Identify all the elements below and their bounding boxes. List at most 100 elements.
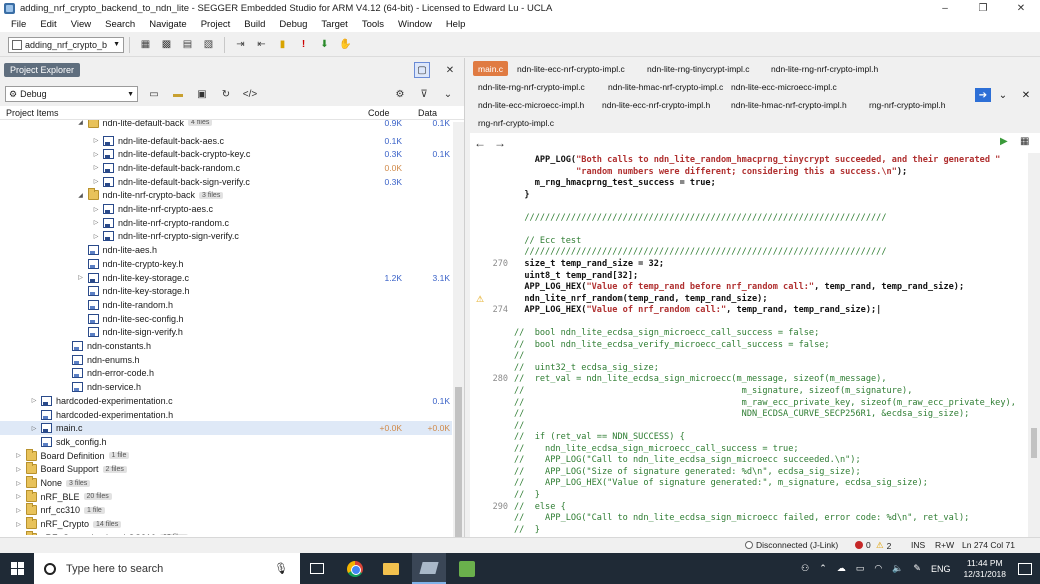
menu-file[interactable]: File — [4, 19, 33, 30]
language-indicator[interactable]: ENG — [931, 564, 951, 574]
tree-folder[interactable]: ◢ ndn-lite-default-back 4 files 0.9K 0.1K — [0, 120, 452, 130]
column-code[interactable]: Code — [368, 108, 390, 118]
expand-toggle-icon[interactable]: ▷ — [14, 493, 24, 500]
open-folder-icon[interactable]: ▬ — [170, 86, 186, 102]
expand-toggle-icon[interactable]: ▷ — [14, 521, 24, 528]
run-icon[interactable]: ▶ — [1000, 136, 1008, 147]
tab-list-icon[interactable]: ➔ — [975, 88, 991, 102]
expand-toggle-icon[interactable]: ▷ — [91, 151, 101, 158]
tree-file[interactable]: ndn-enums.h — [0, 353, 452, 367]
menu-project[interactable]: Project — [194, 19, 238, 30]
tree-folder[interactable]: ◢ ndn-lite-nrf-crypto-back 3 files — [0, 188, 452, 203]
scrollbar-thumb[interactable] — [1031, 428, 1037, 458]
microphone-icon[interactable]: 🎙 — [274, 562, 288, 575]
menu-debug[interactable]: Debug — [272, 19, 314, 30]
menu-build[interactable]: Build — [237, 19, 272, 30]
chrome-taskbar-button[interactable] — [338, 553, 372, 584]
clock[interactable]: 11:44 PM 12/31/2018 — [963, 558, 1006, 580]
menu-edit[interactable]: Edit — [33, 19, 63, 30]
build-icon[interactable]: ▦ — [1020, 136, 1029, 147]
filter-icon[interactable]: ⊽ — [416, 86, 432, 102]
pin-icon[interactable]: ⬇ — [316, 36, 333, 53]
tree-file[interactable]: ndn-service.h — [0, 380, 452, 394]
forward-arrow-icon[interactable]: → — [494, 136, 506, 150]
tree-file[interactable]: ▷ ndn-lite-nrf-crypto-random.c — [0, 216, 452, 230]
editor-tab[interactable]: ndn-lite-ecc-nrf-crypto-impl.c — [512, 61, 630, 76]
tree-file[interactable]: ndn-lite-aes.h — [0, 243, 452, 257]
outdent-icon[interactable]: ⇤ — [253, 36, 270, 53]
expand-toggle-icon[interactable]: ▷ — [91, 206, 101, 213]
code-editor[interactable]: APP_LOG("Both calls to ndn_lite_random_h… — [514, 153, 1026, 537]
tree-file[interactable]: ▷ ndn-lite-default-back-random.c 0.0K — [0, 161, 452, 175]
taskbar-search[interactable]: Type here to search 🎙 — [34, 553, 300, 584]
properties-icon[interactable]: ▣ — [194, 86, 210, 102]
close-panel-icon[interactable]: ✕ — [442, 62, 458, 78]
tree-file[interactable]: ndn-lite-key-storage.h — [0, 284, 452, 298]
rebuild-icon[interactable]: ▤ — [179, 36, 196, 53]
code-icon[interactable]: </> — [242, 86, 258, 102]
tree-file[interactable]: ▷ ndn-lite-nrf-crypto-sign-verify.c — [0, 230, 452, 244]
notification-icon[interactable] — [1018, 562, 1032, 575]
back-arrow-icon[interactable]: ← — [474, 136, 486, 150]
menu-target[interactable]: Target — [314, 19, 354, 30]
config-combo[interactable]: ⚙ Debug ▼ — [5, 86, 138, 102]
expand-toggle-icon[interactable]: ▷ — [14, 480, 24, 487]
tree-folder[interactable]: ▷ nrf_cc310 1 file — [0, 503, 452, 518]
settings-icon[interactable]: ⚙ — [392, 86, 408, 102]
tree-file[interactable]: ndn-error-code.h — [0, 367, 452, 381]
tree-file[interactable]: ▷ ndn-lite-default-back-crypto-key.c 0.3K 0… — [0, 147, 452, 161]
connection-status[interactable]: Disconnected (J-Link) — [745, 540, 838, 550]
close-editor-icon[interactable]: ✕ — [1018, 88, 1034, 102]
tree-folder[interactable]: ▷ nRF_Crypto 14 files — [0, 517, 452, 531]
editor-scrollbar[interactable] — [1028, 153, 1040, 537]
tree-scrollbar[interactable] — [453, 122, 464, 537]
column-project-items[interactable]: Project Items — [6, 108, 59, 118]
build-icon[interactable]: ▦ — [137, 36, 154, 53]
editor-tab[interactable]: ndn-lite-rng-tinycrypt-impl.c — [642, 61, 755, 76]
expand-toggle-icon[interactable]: ▷ — [14, 466, 24, 473]
editor-tab[interactable]: ndn-lite-hmac-nrf-crypto-impl.c — [603, 79, 728, 94]
tree-file[interactable]: ▷ ndn-lite-nrf-crypto-aes.c — [0, 202, 452, 216]
tree-folder[interactable]: ▷ nRF_BLE 20 files — [0, 489, 452, 504]
editor-tab[interactable]: ndn-lite-ecc-microecc-impl.h — [473, 97, 589, 112]
expand-toggle-icon[interactable]: ▷ — [14, 507, 24, 514]
tree-file[interactable]: ▷ ndn-lite-default-back-sign-verify.c 0.3K — [0, 175, 452, 189]
nrf-taskbar-button[interactable] — [450, 553, 484, 584]
editor-tab[interactable]: main.c — [473, 61, 509, 76]
tree-folder[interactable]: ▷ None 3 files — [0, 476, 452, 490]
tree-file[interactable]: hardcoded-experimentation.h — [0, 408, 452, 422]
tree-file[interactable]: ▷ hardcoded-experimentation.c 0.1K — [0, 394, 452, 408]
editor-tab[interactable]: rng-nrf-crypto-impl.h — [864, 97, 951, 112]
expand-toggle-icon[interactable]: ▷ — [91, 164, 101, 171]
explorer-taskbar-button[interactable] — [374, 553, 408, 584]
build-all-icon[interactable]: ▩ — [158, 36, 175, 53]
menu-tools[interactable]: Tools — [355, 19, 391, 30]
volume-icon[interactable]: 🔈 — [892, 563, 903, 574]
chevron-up-icon[interactable]: ⌃ — [819, 563, 827, 574]
tree-file[interactable]: ▷ ndn-lite-key-storage.c 1.2K 3.1K — [0, 271, 452, 285]
hand-icon[interactable]: ✋ — [337, 36, 354, 53]
editor-tab[interactable]: ndn-lite-ecc-nrf-crypto-impl.h — [597, 97, 715, 112]
tree-file[interactable]: ndn-lite-sec-config.h — [0, 312, 452, 326]
menu-navigate[interactable]: Navigate — [142, 19, 194, 30]
chevron-down-icon[interactable]: ⌄ — [440, 86, 456, 102]
menu-view[interactable]: View — [64, 19, 98, 30]
indent-icon[interactable]: ⇥ — [232, 36, 249, 53]
error-icon[interactable]: ! — [295, 36, 312, 53]
expand-toggle-icon[interactable]: ◢ — [76, 192, 86, 199]
project-combo[interactable]: adding_nrf_crypto_b ▼ — [8, 36, 124, 53]
warning-icon[interactable]: ⚠ — [476, 294, 484, 305]
editor-tab[interactable]: ndn-lite-rng-nrf-crypto-impl.c — [473, 79, 590, 94]
project-explorer-tab[interactable]: Project Explorer — [4, 63, 81, 77]
clean-icon[interactable]: ▧ — [200, 36, 217, 53]
close-button[interactable]: ✕ — [1002, 0, 1040, 17]
wifi-icon[interactable]: ◠ — [874, 563, 882, 574]
start-button[interactable] — [0, 553, 34, 584]
restore-button[interactable]: ❐ — [964, 0, 1002, 17]
pen-icon[interactable]: ✎ — [913, 563, 921, 574]
column-data[interactable]: Data — [418, 108, 437, 118]
menu-help[interactable]: Help — [439, 19, 473, 30]
new-file-icon[interactable]: ▭ — [146, 86, 162, 102]
tree-file[interactable]: sdk_config.h — [0, 435, 452, 449]
expand-toggle-icon[interactable]: ◢ — [76, 120, 86, 126]
